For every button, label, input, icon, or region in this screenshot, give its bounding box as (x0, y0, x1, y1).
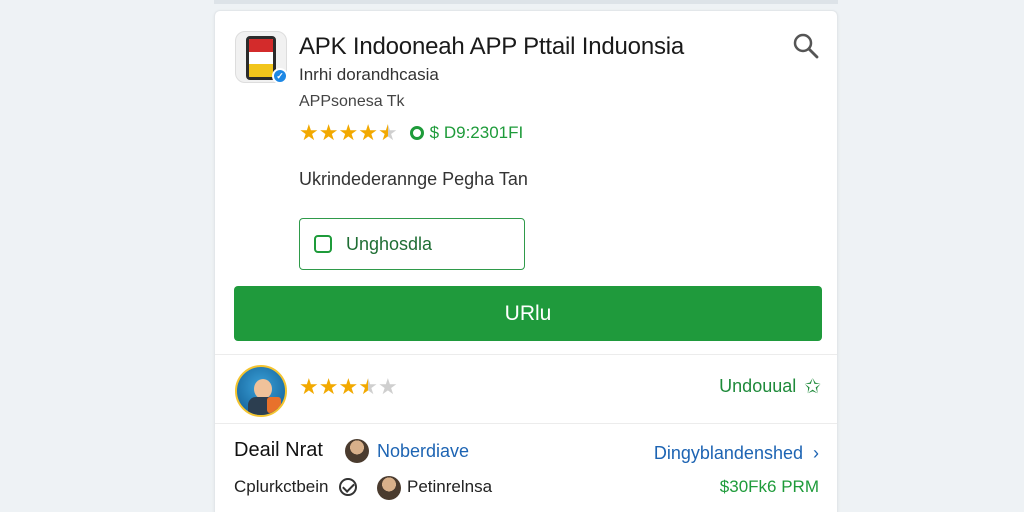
price-text: $ D9:2301FI (429, 123, 524, 142)
secondary-action-label: Unghosdla (346, 233, 433, 254)
half-star-icon: ★ (377, 120, 398, 145)
app-description: Ukrindederannge Pegha Tan (299, 169, 528, 189)
author-avatar (345, 439, 369, 463)
author-link[interactable]: Noberdiave (377, 441, 469, 462)
publisher-name: Petinrelnsa (407, 477, 493, 496)
app-rating: ★ ★ ★ ★ ★ $ D9:2301FI (299, 121, 523, 145)
footer-status-label: Cplurkctbein (234, 477, 329, 496)
app-card: ✓ APK Indooneah APP Pttail Induonsia Inr… (214, 10, 838, 512)
divider (215, 423, 837, 424)
share-label: Dingyblandenshed (653, 443, 803, 463)
app-subtitle: Inrhi dorandhcasia (299, 65, 439, 84)
star-icon: ★ (318, 374, 339, 399)
check-circle-icon (338, 478, 357, 496)
square-icon (314, 235, 332, 253)
search-icon[interactable] (791, 31, 821, 61)
publisher-avatar (377, 476, 401, 500)
chevron-right-icon: › (813, 443, 819, 463)
background-card-edge (214, 0, 838, 4)
empty-star-icon: ★ (377, 374, 398, 399)
star-icon: ★ (299, 120, 319, 145)
secondary-action-button[interactable]: Unghosdla (299, 218, 525, 270)
download-label: Undouual (719, 376, 797, 396)
star-icon: ★ (338, 120, 359, 145)
verified-badge-icon: ✓ (272, 68, 288, 84)
star-icon: ★ (358, 120, 378, 145)
price-tag-icon (409, 126, 424, 140)
star-icon: ★ (318, 120, 339, 145)
star-outline-icon: ✩ (804, 376, 821, 398)
details-heading: Deail Nrat (234, 439, 323, 461)
star-icon: ★ (338, 374, 359, 399)
star-icon: ★ (299, 374, 319, 399)
half-star-icon: ★ (358, 374, 378, 399)
footer-price: $30Fk6 PRM (719, 477, 819, 496)
app-developer: APPsonesa Tk (299, 93, 405, 110)
app-title: APK Indooneah APP Pttail Induonsia (299, 33, 685, 60)
reviewer-avatar (235, 365, 287, 417)
share-link[interactable]: Dingyblandenshed › (654, 443, 819, 464)
divider (215, 354, 837, 355)
footer-status: Cplurkctbein (234, 477, 357, 497)
primary-action-button[interactable]: URlu (234, 286, 822, 341)
download-link[interactable]: Undouual ✩ (719, 374, 821, 399)
app-icon: ✓ (235, 31, 288, 84)
review-rating: ★ ★ ★ ★ ★ (299, 375, 398, 399)
